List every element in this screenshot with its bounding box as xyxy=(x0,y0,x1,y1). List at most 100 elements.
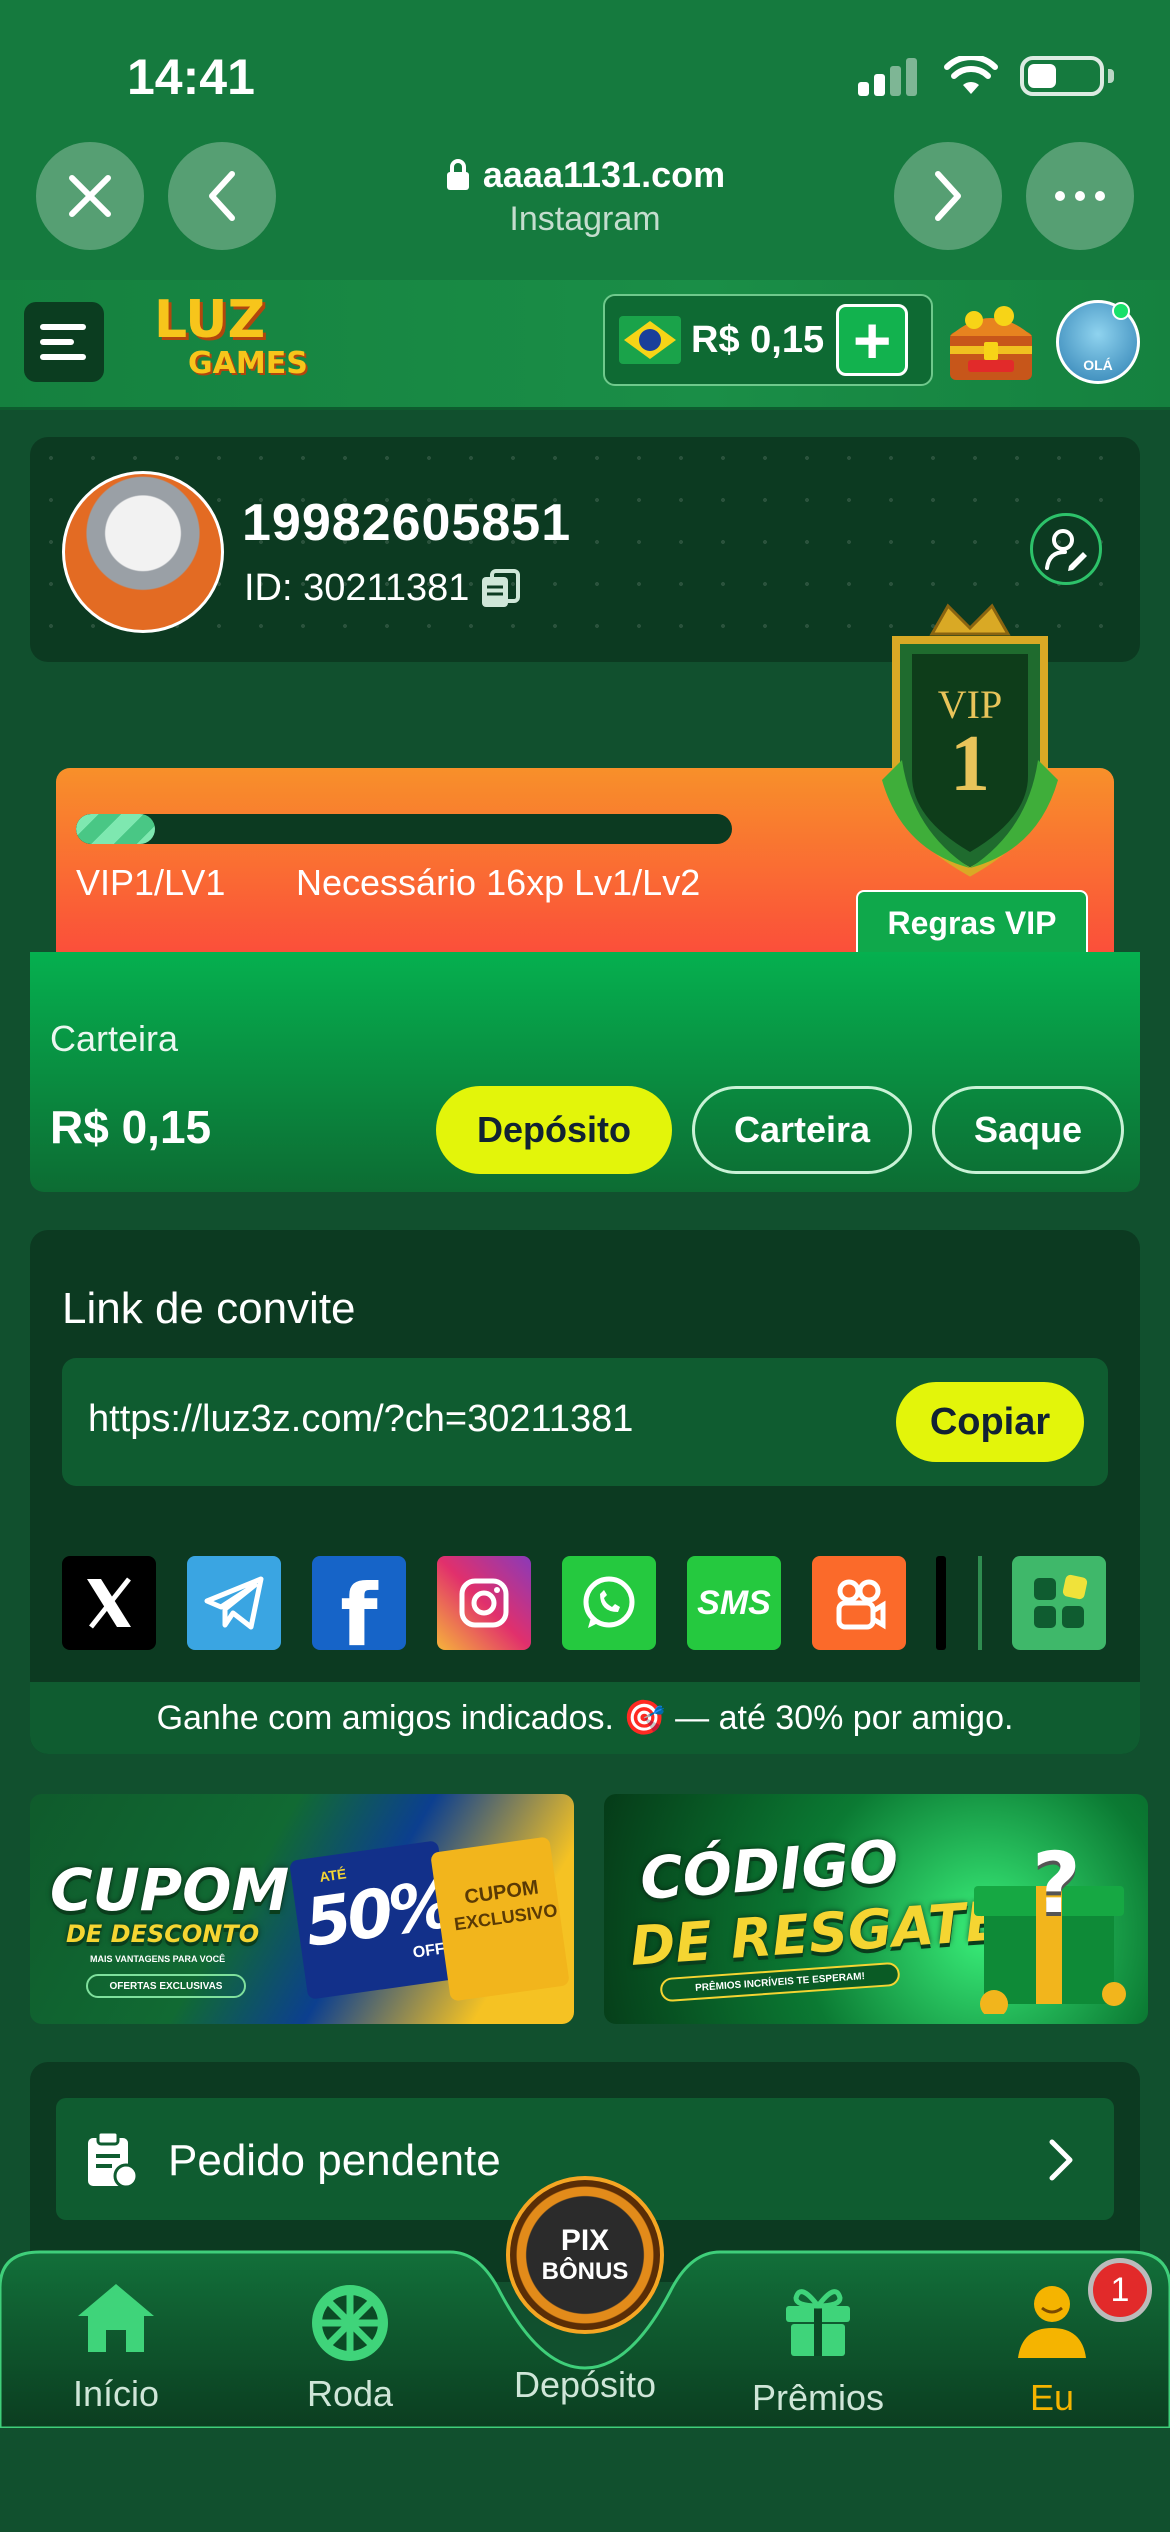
coupon-sub: MAIS VANTAGENS PARA VOCÊ xyxy=(90,1954,226,1964)
coupon-off: OFF xyxy=(411,1940,446,1962)
nav-me-label: Eu xyxy=(1029,2377,1075,2418)
clipboard-icon xyxy=(88,2130,139,2189)
share-partial-button[interactable] xyxy=(936,1556,946,1650)
nav-wheel-label: Roda xyxy=(306,2373,394,2414)
vip-rules-button[interactable]: Regras VIP xyxy=(856,890,1088,954)
status-icons xyxy=(858,56,1114,96)
chevron-right-icon xyxy=(935,171,961,221)
nav-deposit-center-button[interactable]: PIX BÔNUS xyxy=(506,2176,664,2334)
code-question: ? xyxy=(1032,1834,1081,1932)
bonus-text: BÔNUS xyxy=(541,2258,629,2285)
invite-link-box: https://luz3z.com/?ch=30211381 Copiar xyxy=(62,1358,1108,1486)
telegram-icon xyxy=(204,1576,264,1630)
plus-icon: + xyxy=(852,303,892,377)
wallet-card: Carteira R$ 0,15 Depósito Carteira Saque xyxy=(30,952,1140,1192)
more-apps-icon xyxy=(1034,1574,1088,1628)
close-icon xyxy=(69,175,111,217)
cellular-signal-icon xyxy=(858,56,922,96)
url-source: Instagram xyxy=(509,200,661,238)
treasure-chest-icon[interactable] xyxy=(944,296,1038,386)
menu-button[interactable] xyxy=(24,302,104,382)
chevron-left-icon xyxy=(209,171,235,221)
deposit-button[interactable]: Depósito xyxy=(436,1086,672,1174)
wifi-icon xyxy=(944,56,998,94)
add-funds-button[interactable]: + xyxy=(836,303,909,377)
share-kwai-button[interactable] xyxy=(812,1556,906,1650)
user-icon xyxy=(1018,2286,1086,2358)
vip-badge-icon[interactable]: VIP 1 xyxy=(872,600,1068,880)
bottom-safe-area xyxy=(0,2428,1170,2532)
whatsapp-icon xyxy=(583,1576,635,1628)
nav-home[interactable]: Início xyxy=(16,2280,216,2415)
share-facebook-button[interactable]: f xyxy=(312,1556,406,1666)
sms-icon: SMS xyxy=(697,1583,771,1622)
user-id: ID: 30211381 xyxy=(244,567,470,609)
invite-url[interactable]: https://luz3z.com/?ch=30211381 xyxy=(88,1398,633,1441)
status-time: 14:41 xyxy=(127,49,255,105)
browser-bar: aaaa1131.com Instagram xyxy=(0,140,1170,280)
profile-avatar[interactable] xyxy=(62,471,224,633)
coupon-line2: DE DESCONTO xyxy=(66,1920,260,1948)
notification-badge[interactable]: 1 xyxy=(1088,2258,1152,2322)
chevron-right-icon xyxy=(1049,2139,1073,2181)
nav-deposit[interactable]: Depósito xyxy=(485,2356,685,2406)
vip-requirement: Necessário 16xp Lv1/Lv2 xyxy=(296,862,701,903)
redeem-code-banner[interactable]: CÓDIGO DE RESGATE PRÊMIOS INCRÍVEIS TE E… xyxy=(604,1794,1148,2024)
lock-icon xyxy=(446,159,469,190)
app-header: LUZ GAMES R$ 0,15 + OLÁ xyxy=(0,280,1170,410)
user-edit-icon xyxy=(1045,529,1087,571)
invite-note: Ganhe com amigos indicados. 🎯 — até 30% … xyxy=(30,1682,1140,1754)
invite-card: Link de convite https://luz3z.com/?ch=30… xyxy=(30,1230,1140,1754)
luz-games-logo[interactable]: LUZ GAMES xyxy=(154,294,344,394)
edit-profile-button[interactable] xyxy=(1030,513,1102,585)
battery-icon xyxy=(1020,56,1104,96)
share-telegram-button[interactable] xyxy=(187,1556,281,1650)
logo-line1: LUZ xyxy=(154,290,266,350)
nav-home-label: Início xyxy=(72,2373,160,2414)
avatar-greeting: OLÁ xyxy=(1083,357,1113,373)
url-text: aaaa1131.com xyxy=(482,154,726,195)
more-icon xyxy=(1055,191,1105,201)
copy-id-icon[interactable] xyxy=(478,567,522,611)
nav-wheel[interactable]: Roda xyxy=(250,2280,450,2415)
status-bar: 14:41 xyxy=(0,0,1170,140)
x-icon xyxy=(87,1577,131,1629)
header-balance-amount: R$ 0,15 xyxy=(691,318,825,361)
copy-link-button[interactable]: Copiar xyxy=(896,1382,1084,1462)
home-icon xyxy=(78,2284,154,2352)
vip-progress-fill xyxy=(76,814,155,844)
invite-title: Link de convite xyxy=(62,1284,356,1333)
more-options-button[interactable] xyxy=(1026,142,1134,250)
nav-prizes-label: Prêmios xyxy=(751,2377,885,2418)
wallet-label: Carteira xyxy=(50,1018,179,1059)
logo-line2: GAMES xyxy=(188,346,308,381)
coupon-line1: CUPOM xyxy=(50,1856,290,1924)
header-balance[interactable]: R$ 0,15 + xyxy=(603,294,933,386)
share-instagram-button[interactable] xyxy=(437,1556,531,1650)
share-whatsapp-button[interactable] xyxy=(562,1556,656,1650)
brazil-flag-icon xyxy=(619,316,681,364)
wallet-button[interactable]: Carteira xyxy=(692,1086,912,1174)
coupon-ofertas: OFERTAS EXCLUSIVAS xyxy=(86,1974,246,1998)
nav-prizes[interactable]: Prêmios xyxy=(718,2280,918,2419)
url-block[interactable]: aaaa1131.com Instagram xyxy=(300,154,870,239)
forward-button[interactable] xyxy=(894,142,1002,250)
vip-badge-number: 1 xyxy=(950,720,990,808)
share-divider xyxy=(978,1556,982,1650)
coupon-banner[interactable]: CUPOM DE DESCONTO MAIS VANTAGENS PARA VO… xyxy=(30,1794,574,2024)
back-button[interactable] xyxy=(168,142,276,250)
close-browser-button[interactable] xyxy=(36,142,144,250)
share-more-button[interactable] xyxy=(1012,1556,1106,1650)
online-status-dot xyxy=(1112,302,1130,320)
gift-icon xyxy=(786,2289,850,2356)
pix-text: PIX xyxy=(560,2224,610,2257)
withdraw-button[interactable]: Saque xyxy=(932,1086,1124,1174)
vip-progress-bar xyxy=(76,814,732,844)
facebook-icon: f xyxy=(340,1566,378,1666)
vip-level: VIP1/LV1 xyxy=(76,862,226,903)
pending-order-label: Pedido pendente xyxy=(168,2136,501,2185)
kwai-icon xyxy=(836,1579,886,1630)
wheel-icon xyxy=(312,2285,388,2361)
share-sms-button[interactable]: SMS xyxy=(687,1556,781,1650)
share-x-button[interactable] xyxy=(62,1556,156,1650)
